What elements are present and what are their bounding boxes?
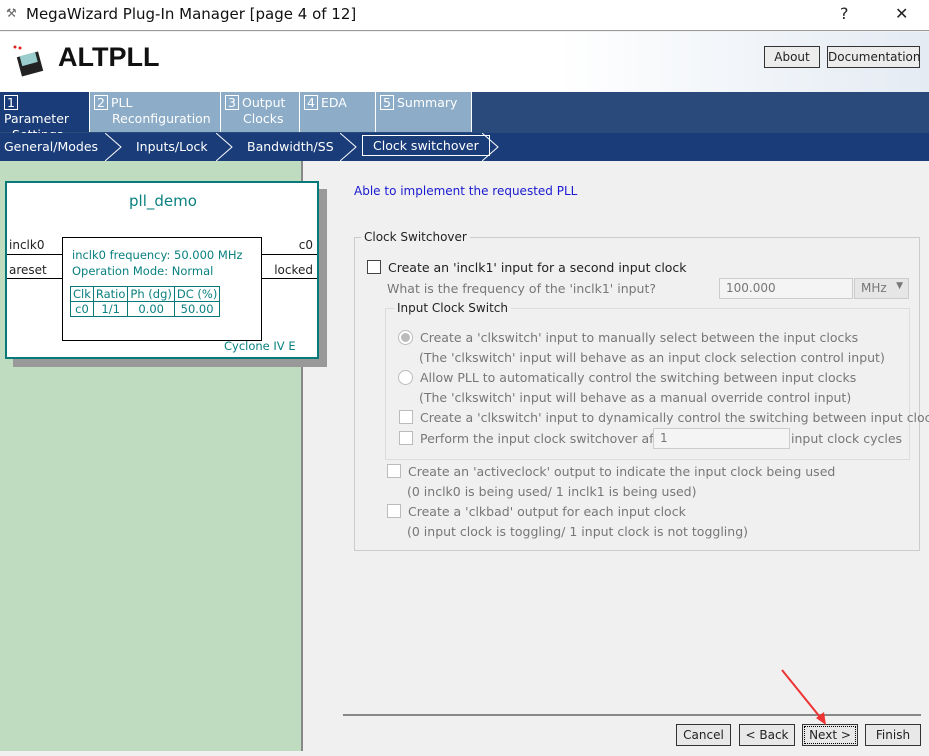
device-family: Cyclone IV E: [224, 339, 296, 353]
subtab-general-modes[interactable]: General/Modes: [4, 139, 98, 154]
activeclock-checkbox[interactable]: Create an 'activeclock' output to indica…: [387, 464, 835, 479]
pll-core-box: inclk0 frequency: 50.000 MHz Operation M…: [62, 237, 262, 341]
chevron-right-icon: [340, 133, 357, 161]
app-icon: ⚒: [6, 6, 17, 20]
tab-parameter-settings[interactable]: 1ParameterSettings: [0, 92, 90, 142]
subtab-clock-switchover[interactable]: Clock switchover: [362, 135, 490, 156]
cancel-button[interactable]: Cancel: [676, 724, 731, 746]
create-inclk1-checkbox[interactable]: Create an 'inclk1' input for a second in…: [367, 260, 687, 275]
radio-manual[interactable]: Create a 'clkswitch' input to manually s…: [398, 330, 858, 345]
dynamic-switch-checkbox[interactable]: Create a 'clkswitch' input to dynamicall…: [399, 410, 929, 425]
perform-switchover-checkbox[interactable]: Perform the input clock switchover after: [399, 431, 671, 446]
chevron-right-icon: [482, 133, 499, 161]
clock-switchover-group: Clock Switchover Create an 'inclk1' inpu…: [354, 230, 929, 551]
header: ALTPLL About Documentation: [0, 32, 929, 92]
clkbad-note: (0 input clock is toggling/ 1 input cloc…: [407, 524, 749, 539]
operation-mode: Operation Mode: Normal: [72, 264, 214, 278]
group-title: Clock Switchover: [361, 230, 470, 244]
chip-icon: [12, 44, 48, 80]
title-bar: ⚒ MegaWizard Plug-In Manager [page 4 of …: [0, 0, 929, 31]
chevron-down-icon: ▼: [896, 281, 903, 291]
radio-auto-note: (The 'clkswitch' input will behave as a …: [419, 390, 852, 405]
module-name: pll_demo: [129, 192, 197, 210]
clkbad-checkbox[interactable]: Create a 'clkbad' output for each input …: [387, 504, 686, 519]
pll-block-diagram: pll_demo inclk0 areset c0 locked inclk0 …: [5, 181, 319, 359]
input-clock-switch-group: Input Clock Switch Create a 'clkswitch' …: [385, 301, 929, 460]
documentation-button[interactable]: Documentation: [827, 46, 921, 68]
radio-manual-note: (The 'clkswitch' input will behave as an…: [419, 350, 885, 365]
activeclock-note: (0 inclk0 is being used/ 1 inclk1 is bei…: [407, 484, 697, 499]
chevron-right-icon: [216, 133, 233, 161]
tab-summary[interactable]: 5 Summary: [376, 92, 472, 132]
about-button[interactable]: About: [764, 46, 820, 68]
input-frequency: inclk0 frequency: 50.000 MHz: [72, 248, 243, 262]
tab-eda[interactable]: 4 EDA: [300, 92, 376, 132]
subtab-bandwidth-ss[interactable]: Bandwidth/SS: [247, 139, 334, 154]
switchover-cycles-input[interactable]: 1: [653, 428, 790, 449]
freq-question-label: What is the frequency of the 'inclk1' in…: [387, 281, 657, 296]
port-inclk0: inclk0: [9, 238, 45, 252]
header-title: ALTPLL: [58, 42, 160, 72]
port-locked: locked: [274, 263, 313, 277]
clock-table: Clk Ratio Ph (dg) DC (%) c0 1/1 0.00 50.00: [70, 286, 221, 317]
subtab-inputs-lock[interactable]: Inputs/Lock: [136, 139, 208, 154]
sub-tabs: General/Modes Inputs/Lock Bandwidth/SS C…: [0, 133, 929, 161]
ics-title: Input Clock Switch: [394, 301, 511, 315]
inclk1-frequency-input[interactable]: 100.000: [719, 278, 853, 299]
frequency-unit-select[interactable]: MHz ▼: [854, 278, 909, 299]
close-button[interactable]: ✕: [895, 4, 908, 23]
port-c0: c0: [298, 238, 313, 252]
radio-auto[interactable]: Allow PLL to automatically control the s…: [398, 370, 856, 385]
footer-divider: [343, 714, 921, 716]
window-title: MegaWizard Plug-In Manager [page 4 of 12…: [26, 5, 357, 23]
main-tabs: 1ParameterSettings 2PLLReconfiguration 3…: [0, 92, 929, 142]
tab-output-clocks[interactable]: 3 Output Clocks: [221, 92, 300, 132]
red-arrow-annotation: [781, 669, 826, 725]
finish-button[interactable]: Finish: [865, 724, 921, 746]
tab-pll-reconfiguration[interactable]: 2 PLL Reconfiguration: [90, 92, 221, 132]
help-button[interactable]: ?: [840, 4, 849, 23]
cycles-label: input clock cycles: [791, 431, 903, 446]
status-message: Able to implement the requested PLL: [354, 184, 578, 198]
chevron-right-icon: [105, 133, 122, 161]
port-areset: areset: [9, 263, 47, 277]
